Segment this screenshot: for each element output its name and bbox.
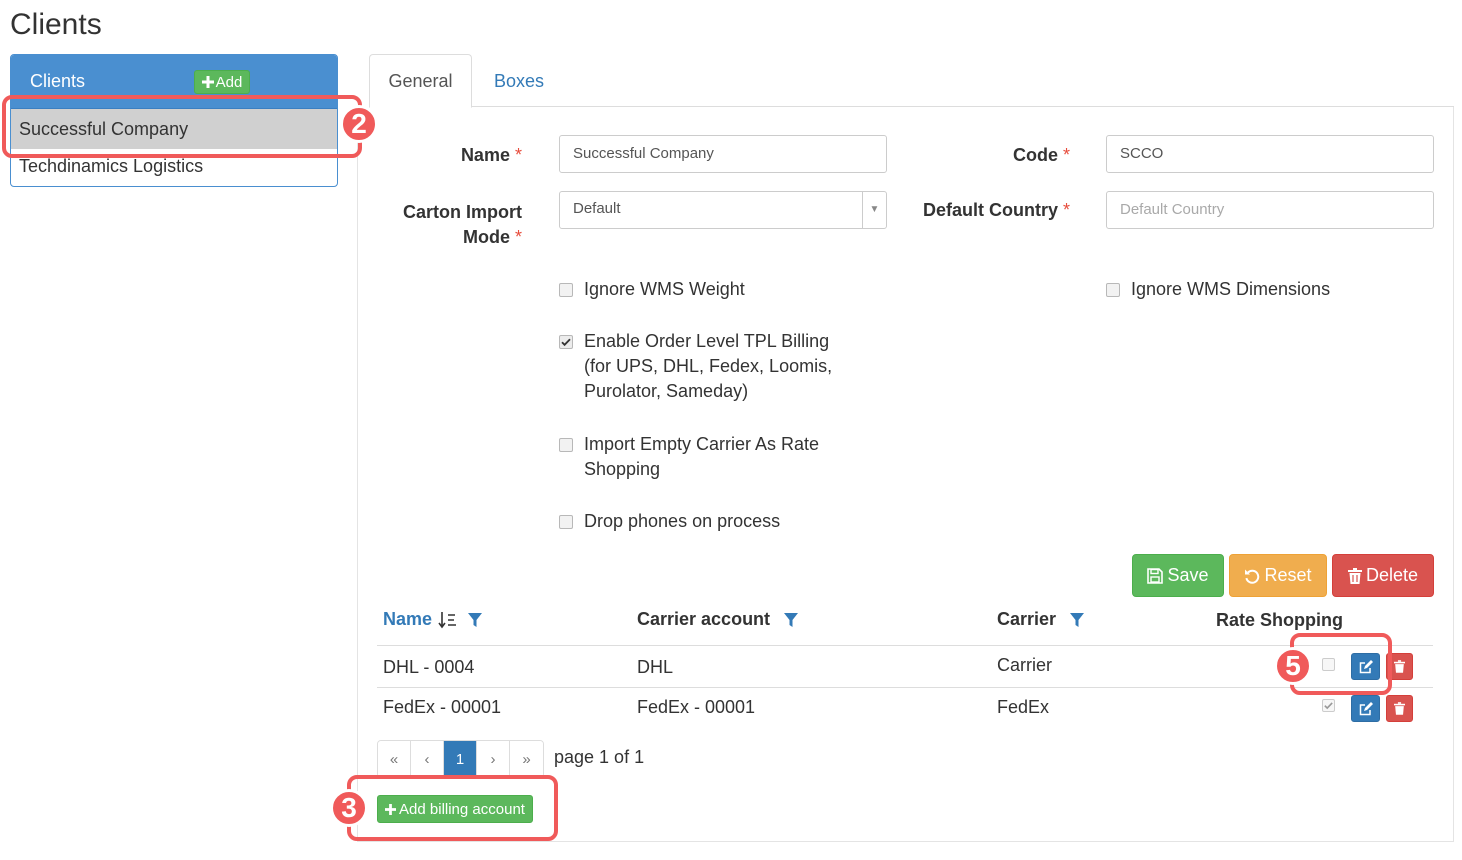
plus-icon bbox=[201, 76, 214, 88]
trash-icon bbox=[1347, 567, 1362, 584]
add-client-label: Add bbox=[215, 73, 243, 91]
callout-badge-5: 5 bbox=[1274, 647, 1312, 685]
callout-box-add-billing bbox=[347, 775, 558, 841]
name-input[interactable]: Successful Company bbox=[559, 135, 887, 173]
enable-order-level-tpl-checkbox[interactable] bbox=[559, 335, 573, 349]
carton-import-mode-label-line2: Mode bbox=[462, 227, 510, 247]
default-country-label: Default Country * bbox=[900, 200, 1070, 221]
grid-header-rate-shopping[interactable]: Rate Shopping bbox=[1216, 610, 1343, 631]
row-carrier-account: DHL bbox=[637, 657, 674, 677]
default-country-label-text: Default Country bbox=[922, 200, 1058, 220]
ignore-wms-weight-checkbox[interactable] bbox=[559, 283, 573, 297]
carton-import-mode-label: Carton Import Mode * bbox=[380, 200, 522, 250]
drop-phones-label: Drop phones on process bbox=[584, 511, 781, 531]
row-carrier: Carrier bbox=[997, 655, 1053, 675]
save-label: Save bbox=[1167, 565, 1209, 585]
enable-order-level-tpl-line2: (for UPS, DHL, Fedex, Loomis, bbox=[584, 356, 833, 376]
pager-info: page 1 of 1 bbox=[554, 747, 645, 767]
callout-badge-3: 3 bbox=[330, 789, 368, 827]
edit-icon bbox=[1359, 701, 1373, 716]
name-label: Name * bbox=[380, 145, 522, 166]
pager-prev-button[interactable]: ‹ bbox=[411, 741, 444, 777]
row-carrier-account: FedEx - 00001 bbox=[637, 697, 756, 717]
caret-down-icon: ▼ bbox=[862, 192, 886, 228]
default-country-required-mark: * bbox=[1062, 200, 1070, 220]
callout-box-selected-client bbox=[2, 95, 362, 158]
tab-general[interactable]: General bbox=[369, 54, 472, 108]
carton-import-mode-label-line1: Carton Import bbox=[403, 202, 522, 222]
drop-phones-checkbox[interactable] bbox=[559, 515, 573, 529]
delete-row-button[interactable] bbox=[1386, 695, 1413, 722]
add-client-button[interactable]: Add bbox=[194, 70, 250, 94]
undo-icon bbox=[1244, 568, 1260, 584]
tab-boxes[interactable]: Boxes bbox=[480, 54, 558, 108]
delete-button[interactable]: Delete bbox=[1332, 554, 1434, 597]
grid-header-carrier-label: Carrier bbox=[997, 609, 1057, 629]
ignore-wms-weight-label: Ignore WMS Weight bbox=[584, 279, 745, 299]
pager-last-button[interactable]: » bbox=[510, 741, 543, 777]
carton-import-mode-select[interactable]: Default ▼ bbox=[559, 191, 887, 229]
grid-header-name[interactable]: Name bbox=[383, 609, 483, 630]
filter-icon[interactable] bbox=[468, 612, 483, 627]
check-icon bbox=[1323, 700, 1334, 711]
grid-header-carrier[interactable]: Carrier bbox=[997, 609, 1085, 630]
row-carrier: FedEx bbox=[997, 697, 1050, 717]
trash-icon bbox=[1394, 660, 1405, 673]
trash-icon bbox=[1394, 702, 1405, 715]
filter-icon[interactable] bbox=[784, 612, 799, 627]
name-required-mark: * bbox=[514, 145, 522, 165]
delete-label: Delete bbox=[1365, 565, 1419, 585]
code-label-text: Code bbox=[1012, 145, 1058, 165]
import-empty-carrier-line1: Import Empty Carrier As Rate bbox=[584, 434, 820, 454]
ignore-wms-dimensions-label: Ignore WMS Dimensions bbox=[1131, 279, 1331, 299]
default-country-input[interactable]: Default Country bbox=[1106, 191, 1434, 229]
import-empty-carrier-line2: Shopping bbox=[584, 459, 661, 479]
floppy-disk-icon bbox=[1147, 567, 1164, 584]
edit-button[interactable] bbox=[1351, 695, 1380, 722]
pager-page-1[interactable]: 1 bbox=[444, 741, 477, 777]
pager-first-button[interactable]: « bbox=[378, 741, 411, 777]
reset-button[interactable]: Reset bbox=[1229, 554, 1327, 597]
sort-ascending-icon bbox=[438, 611, 457, 629]
row-name: FedEx - 00001 bbox=[383, 697, 502, 717]
grid-header-name-label: Name bbox=[383, 609, 433, 629]
enable-order-level-tpl-line3: Purolator, Sameday) bbox=[584, 381, 749, 401]
import-empty-carrier-checkbox[interactable] bbox=[559, 438, 573, 452]
code-label: Code * bbox=[930, 145, 1070, 166]
code-required-mark: * bbox=[1062, 145, 1070, 165]
code-input[interactable]: SCCO bbox=[1106, 135, 1434, 173]
name-label-text: Name bbox=[460, 145, 510, 165]
clients-panel-title: Clients bbox=[30, 71, 86, 91]
carton-import-mode-label-line2-wrap: Mode * bbox=[380, 225, 522, 250]
rate-shopping-checkbox[interactable] bbox=[1322, 699, 1335, 712]
grid-header-carrier-account-label: Carrier account bbox=[637, 609, 771, 629]
enable-order-level-tpl-label: Enable Order Level TPL Billing (for UPS,… bbox=[584, 329, 832, 404]
pager-next-button[interactable]: › bbox=[477, 741, 510, 777]
callout-badge-2: 2 bbox=[340, 105, 378, 143]
grid-header-carrier-account[interactable]: Carrier account bbox=[637, 609, 799, 630]
enable-order-level-tpl-line1: Enable Order Level TPL Billing bbox=[584, 331, 830, 351]
table-row: FedEx - 00001 FedEx - 00001 FedEx bbox=[377, 688, 1433, 729]
pager: « ‹ 1 › » bbox=[377, 740, 544, 778]
check-icon bbox=[560, 336, 572, 348]
page-title: Clients bbox=[10, 8, 102, 41]
row-name: DHL - 0004 bbox=[383, 657, 475, 677]
import-empty-carrier-label: Import Empty Carrier As Rate Shopping bbox=[584, 432, 819, 482]
carton-import-mode-required-mark: * bbox=[514, 227, 522, 247]
ignore-wms-dimensions-checkbox[interactable] bbox=[1106, 283, 1120, 297]
carton-import-mode-value: Default bbox=[573, 200, 621, 217]
filter-icon[interactable] bbox=[1070, 612, 1085, 627]
reset-label: Reset bbox=[1264, 565, 1312, 585]
save-button[interactable]: Save bbox=[1132, 554, 1224, 597]
